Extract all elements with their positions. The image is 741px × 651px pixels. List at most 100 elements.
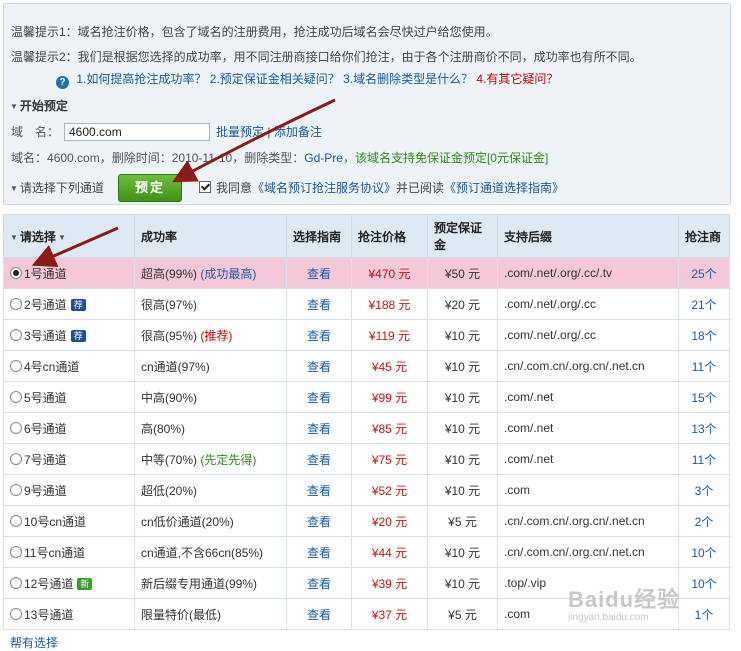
domain-input[interactable] [64, 123, 210, 141]
channel-name: 6号通道 [24, 421, 67, 436]
view-guide-link[interactable]: 查看 [307, 577, 331, 591]
suffix-cell: .com [497, 474, 679, 506]
table-row[interactable]: 3号通道荐很高(95%) (推荐) 查看 ¥119 元 ¥10 元 .com/.net/… [3, 319, 730, 351]
table-row[interactable]: 4号cn通道 cn通道(97%) 查看 ¥45 元 ¥10 元 .cn/.com.cn/.… [3, 350, 730, 382]
channel-cell[interactable]: 3号通道荐 [3, 319, 135, 351]
registrar-count-link[interactable]: 25个 [691, 267, 716, 281]
channel-name: 3号通道 [24, 328, 67, 343]
channel-radio[interactable] [10, 390, 22, 403]
registrar-count-link[interactable]: 21个 [691, 298, 716, 312]
channel-table: ▼ 请选择 ▼ 成功率 选择指南 抢注价格 预定保证金 支持后缀 抢注商 1号通道超… [3, 214, 730, 630]
channel-cell[interactable]: 2号通道荐 [3, 288, 135, 320]
service-agreement-link[interactable]: 《域名预订抢注服务协议》 [252, 181, 396, 195]
guide-cell: 查看 [286, 412, 352, 444]
deposit-cell: ¥5 元 [427, 598, 498, 630]
channel-cell[interactable]: 9号通道 [3, 474, 135, 506]
faq-link-3[interactable]: 3.域名删除类型是什么？ [343, 72, 473, 86]
registrar-count-link[interactable]: 18个 [691, 329, 716, 343]
info-delete-type: Gd-Pre [304, 151, 343, 165]
add-note-link[interactable]: 添加备注 [274, 125, 322, 139]
guide-cell: 查看 [286, 350, 352, 382]
view-guide-link[interactable]: 查看 [307, 546, 331, 560]
view-guide-link[interactable]: 查看 [307, 391, 331, 405]
channel-cell[interactable]: 13号通道 [3, 598, 135, 630]
guide-cell: 查看 [286, 381, 352, 413]
deposit-cell: ¥10 元 [427, 443, 498, 475]
channel-cell[interactable]: 10号cn通道 [3, 505, 135, 537]
registrar-count-link[interactable]: 10个 [691, 546, 716, 560]
view-guide-link[interactable]: 查看 [307, 515, 331, 529]
table-row[interactable]: 9号通道 超低(20%) 查看 ¥52 元 ¥10 元 .com 3个 [3, 474, 730, 506]
channel-radio[interactable] [10, 359, 22, 372]
separator: | [267, 125, 271, 139]
channel-guide-link[interactable]: 《预订通道选择指南》 [444, 181, 564, 195]
view-guide-link[interactable]: 查看 [307, 298, 331, 312]
registrar-count-link[interactable]: 11个 [692, 453, 716, 467]
channel-radio[interactable] [10, 483, 22, 496]
rate-text: 超低(20%) [141, 483, 198, 498]
rate-note: (成功最高) [200, 266, 257, 281]
rate-text: 高(80%) [141, 421, 186, 436]
tip-1: 温馨提示1：域名抢注价格，包含了域名的注册费用，抢注成功后域名会尽快过户给您使用… [11, 25, 498, 39]
channel-name: 12号通道 [24, 576, 74, 591]
table-row[interactable]: 11号cn通道 cn通道,不含66cn(85%) 查看 ¥44 元 ¥10 元 .cn/.… [3, 536, 730, 568]
faq-link-1[interactable]: 1.如何提高抢注成功率？ [76, 72, 206, 86]
channel-cell[interactable]: 5号通道 [3, 381, 135, 413]
channel-radio[interactable] [10, 576, 22, 589]
channel-cell[interactable]: 7号通道 [3, 443, 135, 475]
batch-book-link[interactable]: 批量预定 [216, 125, 264, 139]
view-guide-link[interactable]: 查看 [307, 329, 331, 343]
channel-radio[interactable] [10, 545, 22, 558]
channel-cell[interactable]: 4号cn通道 [3, 350, 135, 382]
agree-checkbox[interactable] [199, 181, 211, 193]
book-button[interactable]: 预定 [118, 174, 182, 202]
channel-radio[interactable] [10, 297, 22, 310]
table-row[interactable]: 6号通道 高(80%) 查看 ¥85 元 ¥10 元 .com/.net 13个 [3, 412, 730, 444]
view-guide-link[interactable]: 查看 [307, 422, 331, 436]
faq-link-2[interactable]: 2.预定保证金相关疑问？ [210, 72, 340, 86]
view-guide-link[interactable]: 查看 [307, 608, 331, 622]
channel-name: 5号通道 [24, 390, 67, 405]
price-cell: ¥470 元 [351, 257, 428, 289]
channel-radio[interactable] [10, 607, 22, 620]
channel-cell[interactable]: 11号cn通道 [3, 536, 135, 568]
table-row[interactable]: 2号通道荐很高(97%) 查看 ¥188 元 ¥20 元 .com/.net/.org/… [3, 288, 730, 320]
table-header-row: ▼ 请选择 ▼ 成功率 选择指南 抢注价格 预定保证金 支持后缀 抢注商 [3, 214, 730, 258]
info-free-deposit: ，该域名支持免保证金预定[0元保证金] [342, 151, 549, 165]
channel-cell[interactable]: 1号通道 [3, 257, 135, 289]
registrar-count-link[interactable]: 1个 [695, 608, 714, 622]
channel-radio[interactable] [10, 514, 22, 527]
suffix-cell: .com/.net/.org/.cc [497, 288, 679, 320]
table-row[interactable]: 10号cn通道 cn低价通道(20%) 查看 ¥20 元 ¥5 元 .cn/.com.cn… [3, 505, 730, 537]
registrar-count-link[interactable]: 11个 [692, 360, 716, 374]
view-guide-link[interactable]: 查看 [307, 360, 331, 374]
table-row[interactable]: 5号通道 中高(90%) 查看 ¥99 元 ¥10 元 .com/.net 15个 [3, 381, 730, 413]
registrar-count-link[interactable]: 10个 [691, 577, 716, 591]
channel-radio[interactable] [10, 266, 22, 279]
channel-cell[interactable]: 12号通道新 [3, 567, 135, 599]
registrar-count-cell: 11个 [678, 443, 730, 475]
registrar-count-link[interactable]: 3个 [695, 484, 714, 498]
view-guide-link[interactable]: 查看 [307, 267, 331, 281]
channel-radio[interactable] [10, 421, 22, 434]
bottom-link[interactable]: 帮有选择 [10, 634, 58, 651]
registrar-count-link[interactable]: 2个 [695, 515, 714, 529]
channel-cell[interactable]: 6号通道 [3, 412, 135, 444]
rate-text: cn通道(97%) [141, 359, 210, 374]
view-guide-link[interactable]: 查看 [307, 484, 331, 498]
rate-cell: 超低(20%) [134, 474, 287, 506]
faq-link-4[interactable]: 4.有其它疑问？ [476, 72, 558, 86]
channel-radio[interactable] [10, 452, 22, 465]
agree-mid: 并已阅读 [396, 181, 445, 195]
table-row[interactable]: 1号通道 超高(99%) (成功最高) 查看 ¥470 元 ¥50 元 .com/.net… [3, 257, 730, 289]
registrar-count-cell: 18个 [678, 319, 730, 351]
price-cell: ¥44 元 [351, 536, 428, 568]
channel-name: 2号通道 [24, 297, 67, 312]
deposit-cell: ¥10 元 [427, 350, 498, 382]
table-row[interactable]: 7号通道 中等(70%) (先定先得) 查看 ¥75 元 ¥10 元 .com/.net 1… [3, 443, 730, 475]
channel-radio[interactable] [10, 328, 22, 341]
registrar-count-link[interactable]: 15个 [691, 391, 716, 405]
view-guide-link[interactable]: 查看 [307, 453, 331, 467]
registrar-count-link[interactable]: 13个 [691, 422, 716, 436]
deposit-cell: ¥10 元 [427, 412, 498, 444]
